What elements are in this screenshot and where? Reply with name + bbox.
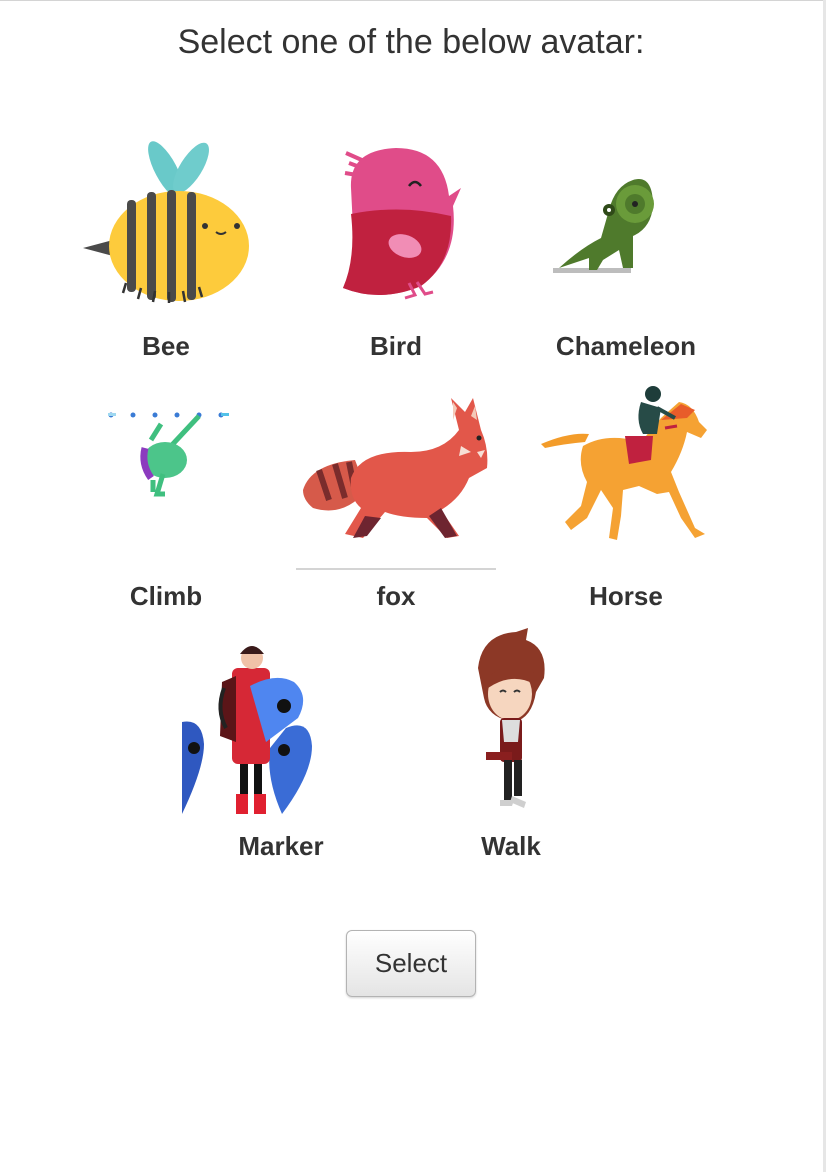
- walk-avatar-image: [478, 628, 545, 808]
- fox-avatar-image: [296, 398, 496, 570]
- avatar-label-fox: fox: [376, 581, 416, 611]
- avatar-option-marker[interactable]: Marker: [166, 618, 396, 868]
- avatar-label-climb: Climb: [129, 581, 203, 611]
- avatar-option-bird[interactable]: Bird: [281, 118, 511, 368]
- chameleon-avatar-image: [553, 179, 654, 273]
- avatar-option-fox[interactable]: fox: [281, 368, 511, 618]
- marker-avatar-image: [182, 646, 312, 814]
- avatar-label-horse: Horse: [589, 581, 663, 611]
- avatar-option-bee[interactable]: Bee: [51, 118, 281, 368]
- avatar-option-climb[interactable]: Climb: [51, 368, 281, 618]
- climb-avatar-image: [108, 412, 229, 497]
- page-heading: Select one of the below avatar:: [177, 23, 645, 61]
- avatar-label-walk: Walk: [481, 831, 541, 861]
- bee-avatar-image: [83, 141, 249, 303]
- avatar-option-walk[interactable]: Walk: [396, 618, 626, 868]
- avatar-option-chameleon[interactable]: Chameleon: [511, 118, 741, 368]
- avatar-label-bee: Bee: [142, 331, 190, 361]
- avatar-label-marker: Marker: [238, 831, 324, 861]
- window-top-border: [0, 0, 826, 1]
- avatar-label-bird: Bird: [370, 331, 422, 361]
- select-button[interactable]: Select: [346, 930, 476, 997]
- avatar-label-chameleon: Chameleon: [555, 331, 697, 361]
- bird-avatar-image: [343, 148, 461, 300]
- horse-avatar-image: [541, 386, 707, 540]
- avatar-option-horse[interactable]: Horse: [511, 368, 741, 618]
